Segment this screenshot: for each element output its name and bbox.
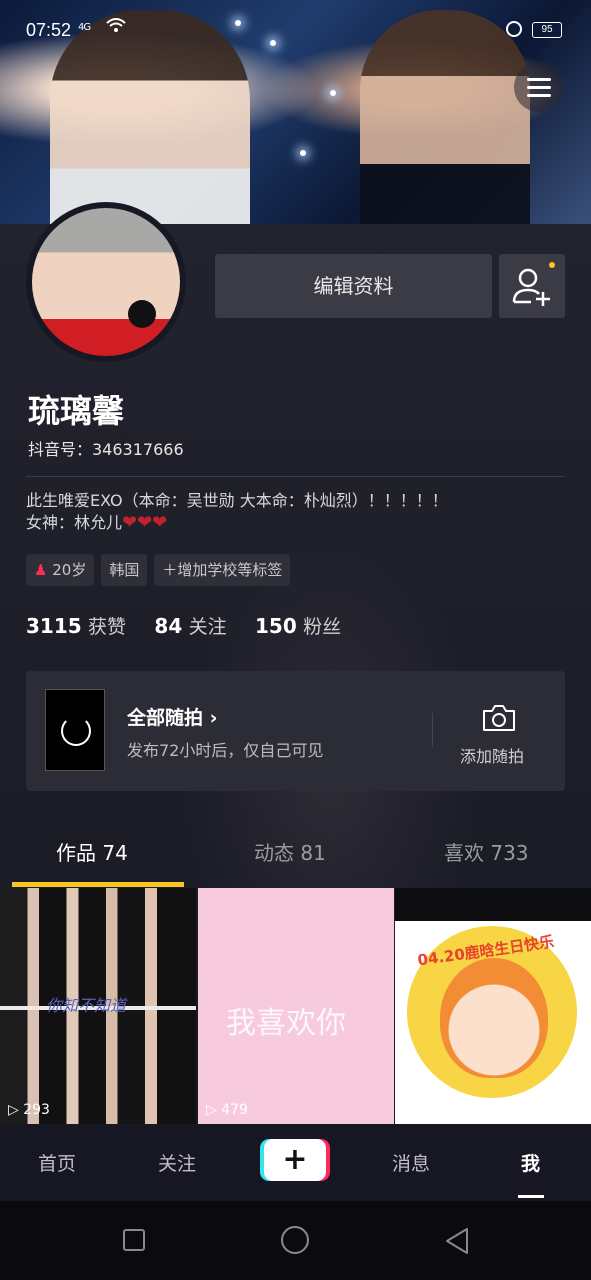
story-title[interactable]: 全部随拍 › <box>127 703 217 730</box>
douyin-id: 抖音号：346317666 <box>28 440 184 459</box>
hamburger-menu-icon[interactable] <box>514 62 564 112</box>
add-friend-button[interactable] <box>499 254 565 318</box>
tab-activity[interactable]: 动态 81 <box>254 828 326 878</box>
tab-likes[interactable]: 喜欢 733 <box>444 828 529 878</box>
create-button[interactable]: + <box>264 1139 326 1181</box>
tab-indicator <box>12 882 184 887</box>
status-bar: 07:52 4G 95 <box>0 0 591 64</box>
camera-icon[interactable] <box>481 703 517 733</box>
fans-count[interactable]: 150 <box>255 614 297 638</box>
following-label[interactable]: 关注 <box>189 616 227 638</box>
following-count[interactable]: 84 <box>154 614 182 638</box>
nav-follow[interactable]: 关注 <box>158 1149 196 1176</box>
nav-active-indicator <box>518 1195 544 1198</box>
signal-icon: 4G <box>78 22 91 33</box>
add-friend-icon <box>512 268 550 306</box>
heart-icons: ❤❤❤ <box>122 512 168 533</box>
nav-home[interactable]: 首页 <box>38 1149 76 1176</box>
thumbnail-image <box>0 888 196 1006</box>
back-icon[interactable] <box>444 1227 470 1255</box>
play-count-value: 479 <box>221 1102 248 1118</box>
bio-text: 女神：林允儿 <box>26 513 123 532</box>
wifi-icon <box>106 18 126 38</box>
profile-stats: 3115 获赞 84 关注 150 粉丝 <box>26 612 363 639</box>
tab-works[interactable]: 作品 74 <box>56 828 128 878</box>
status-time: 07:52 <box>26 20 72 40</box>
story-panel[interactable]: 全部随拍 › 发布72小时后，仅自己可见 添加随拍 <box>26 671 565 791</box>
cartoon-face <box>440 958 548 1078</box>
story-title-text: 全部随拍 <box>127 707 204 729</box>
bio-line: 女神：林允儿❤❤❤ <box>26 512 566 534</box>
nav-messages[interactable]: 消息 <box>392 1149 430 1176</box>
nickname: 琉璃馨 <box>28 392 125 430</box>
bio: 此生唯爱EXO（本命：吴世勋 大本命：朴灿烈）！！！！！ 女神：林允儿❤❤❤ <box>26 490 566 534</box>
thumbnail-caption: 我喜欢你 <box>226 1006 346 1041</box>
edit-profile-button[interactable]: 编辑资料 <box>215 254 492 318</box>
avatar-photo <box>32 208 180 356</box>
divider <box>432 713 433 747</box>
likes-count[interactable]: 3115 <box>26 614 82 638</box>
video-thumbnail[interactable]: 你知不知道 ▷ 293 <box>0 888 196 1124</box>
video-grid: 你知不知道 ▷ 293 我喜欢你 ▷ 479 04.20鹿晗生日快乐 ▷ 3 <box>0 888 591 1128</box>
story-thumbnail[interactable] <box>45 689 105 771</box>
add-school-tag-button[interactable]: ＋增加学校等标签 <box>154 554 291 586</box>
tag-label: 20岁 <box>52 561 87 579</box>
battery-icon: 95 <box>532 22 562 38</box>
play-count: ▷ 293 <box>8 1102 50 1118</box>
sparkle <box>300 150 306 156</box>
microphone <box>128 300 156 328</box>
add-story-label[interactable]: 添加随拍 <box>460 743 524 767</box>
recent-apps-icon[interactable] <box>123 1229 145 1251</box>
play-count-value: 3 <box>418 1102 428 1118</box>
play-count: ▷ 479 <box>206 1102 248 1118</box>
fans-label[interactable]: 粉丝 <box>303 616 341 638</box>
chevron-right-icon: › <box>209 707 218 729</box>
female-icon: ♟ <box>34 561 48 579</box>
story-subtitle: 发布72小时后，仅自己可见 <box>127 741 324 760</box>
video-thumbnail[interactable]: 04.20鹿晗生日快乐 ▷ 3 <box>395 888 591 1124</box>
thumbnail-letterbox <box>395 888 591 921</box>
tag-age[interactable]: ♟ 20岁 <box>26 554 95 586</box>
bio-line: 此生唯爱EXO（本命：吴世勋 大本命：朴灿烈）！！！！！ <box>26 491 448 510</box>
play-count-value: 293 <box>23 1102 50 1118</box>
tag-region[interactable]: 韩国 <box>101 554 148 586</box>
thumbnail-caption: 你知不知道 <box>46 996 127 1015</box>
play-count: ▷ 3 <box>403 1102 428 1118</box>
divider <box>26 476 565 477</box>
likes-label[interactable]: 获赞 <box>88 616 126 638</box>
rotation-lock-icon <box>506 21 522 37</box>
home-icon[interactable] <box>281 1226 309 1254</box>
loading-icon <box>61 716 91 746</box>
notification-dot <box>549 262 555 268</box>
bottom-nav: 首页 关注 + 消息 我 <box>0 1125 591 1201</box>
content-tabs: 作品 74 动态 81 喜欢 733 <box>0 828 591 888</box>
profile-tags: ♟ 20岁 韩国 ＋增加学校等标签 <box>26 554 291 586</box>
nav-me[interactable]: 我 <box>521 1149 540 1176</box>
sparkle <box>330 90 336 96</box>
video-thumbnail[interactable]: 我喜欢你 ▷ 479 <box>198 888 394 1124</box>
avatar[interactable] <box>26 202 186 362</box>
system-navigation-bar <box>0 1201 591 1280</box>
